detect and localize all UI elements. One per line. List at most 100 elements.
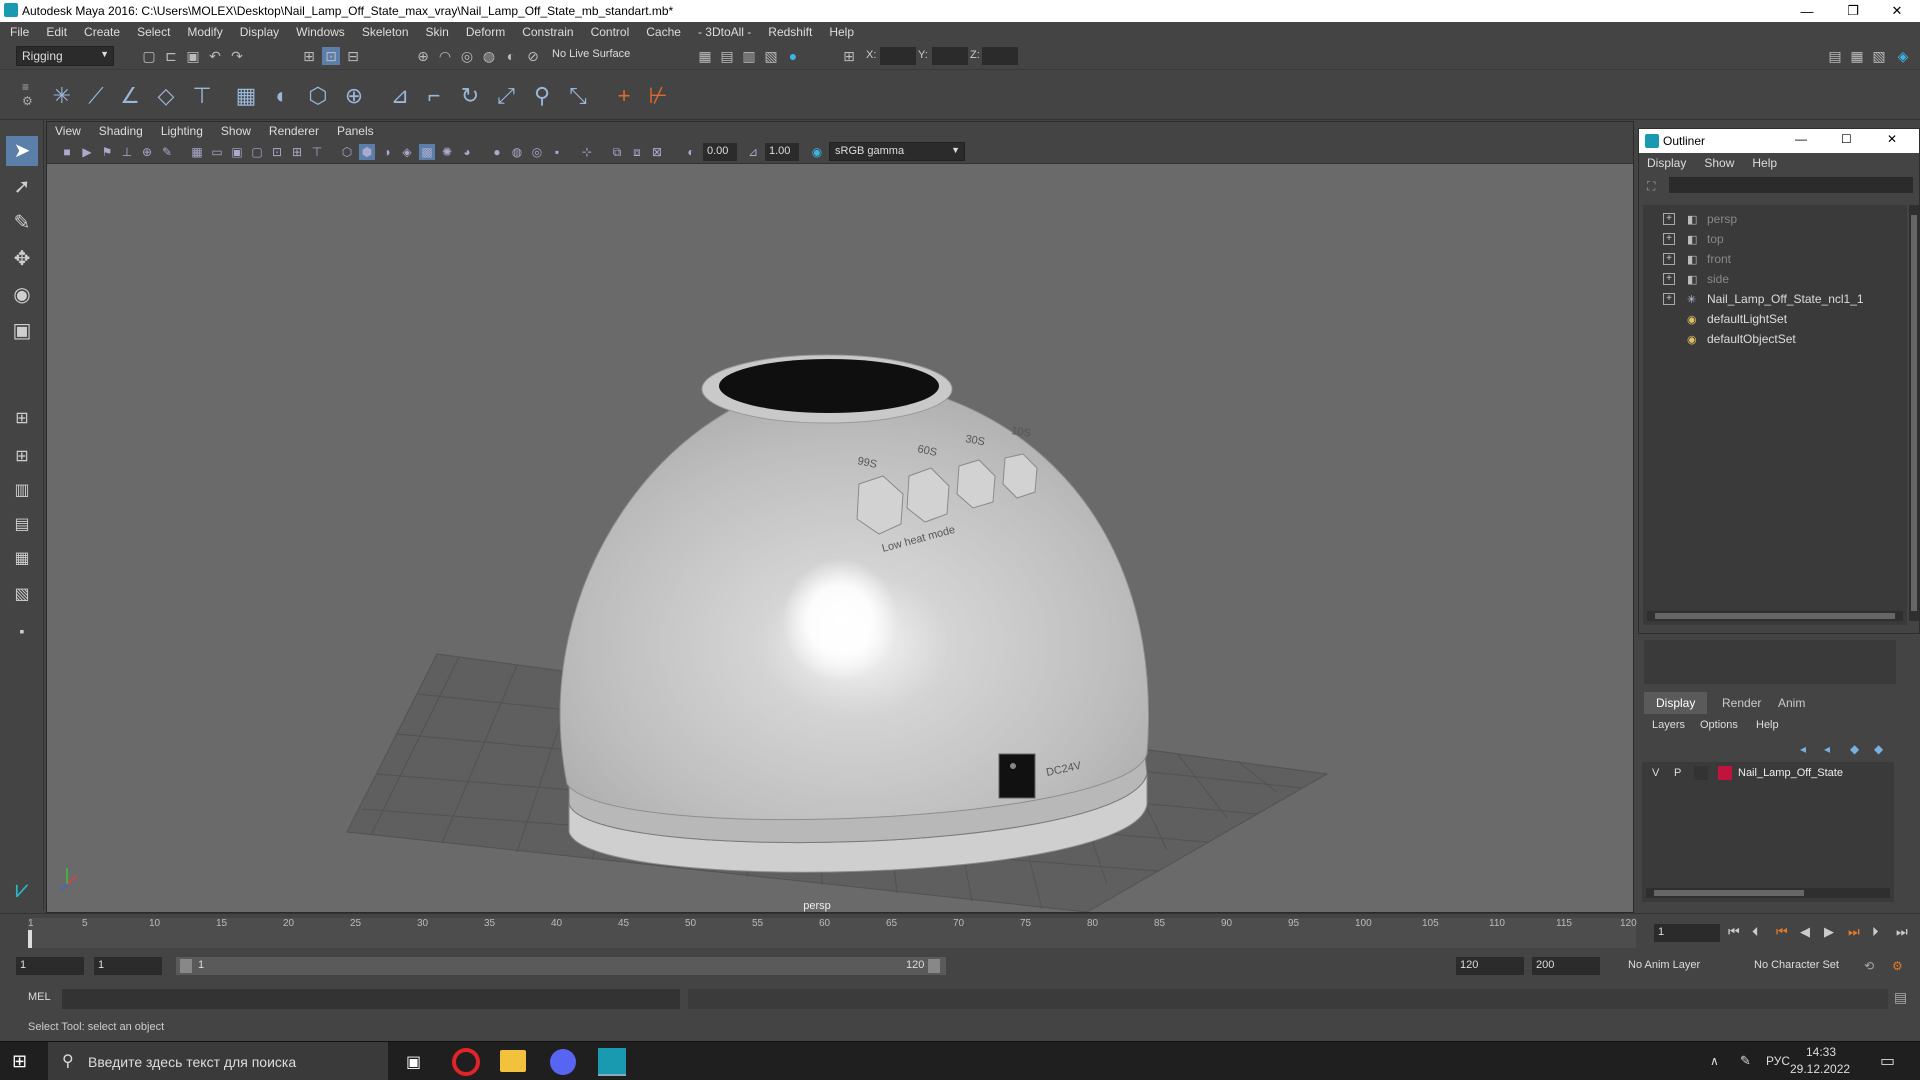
- exposure-field[interactable]: 0.00: [703, 143, 737, 161]
- perspective-viewport[interactable]: View Shading Lighting Show Renderer Pane…: [46, 121, 1634, 913]
- layer-row[interactable]: V P Nail_Lamp_Off_State: [1642, 764, 1894, 784]
- play-forward-icon[interactable]: ▶: [1824, 924, 1834, 940]
- snap-view-icon[interactable]: ◍: [480, 47, 498, 65]
- ol-menu-show[interactable]: Show: [1704, 156, 1734, 170]
- select-object-icon[interactable]: ⊡: [322, 47, 340, 65]
- outliner-item-top[interactable]: + ◧ top: [1643, 229, 1907, 249]
- ik-fk-switch-icon[interactable]: ⊬: [644, 82, 672, 110]
- textured-icon[interactable]: ▩: [419, 144, 435, 160]
- current-frame-field[interactable]: 1: [1654, 924, 1720, 942]
- open-scene-icon[interactable]: ⊏: [162, 47, 180, 65]
- locator-icon[interactable]: +: [610, 82, 638, 110]
- outliner-item-default-light-set[interactable]: ◉ defaultLightSet: [1643, 309, 1907, 329]
- paint-weights-icon[interactable]: ◐: [268, 82, 296, 110]
- z-field[interactable]: [982, 47, 1018, 65]
- shelf-menu-icon[interactable]: ≡ ⚙: [22, 80, 33, 108]
- menu-file[interactable]: File: [10, 25, 29, 39]
- taskbar-search[interactable]: ⚲ Введите здесь текст для поиска: [48, 1042, 388, 1080]
- end-time-field[interactable]: 200: [1532, 957, 1600, 975]
- pole-vector-icon[interactable]: ⤡: [564, 82, 592, 110]
- step-forward-icon[interactable]: ⏵: [1872, 924, 1879, 940]
- safe-action-icon[interactable]: ⊞: [289, 144, 305, 160]
- safe-title-icon[interactable]: ⊤: [309, 144, 325, 160]
- camera-select-icon[interactable]: ■: [59, 144, 75, 160]
- menu-deform[interactable]: Deform: [466, 25, 505, 39]
- scene-view[interactable]: 99S 60S 30S 10S Low heat mode DC24V pers…: [47, 164, 1633, 912]
- outliner-search-input[interactable]: [1669, 177, 1913, 193]
- ik-spline-icon[interactable]: ∠: [116, 82, 144, 110]
- menu-3dtoall[interactable]: - 3DtoAll -: [698, 25, 751, 39]
- range-start-handle[interactable]: [180, 959, 192, 973]
- vp-menu-panels[interactable]: Panels: [337, 124, 374, 138]
- auto-key-icon[interactable]: ⟲: [1864, 959, 1874, 973]
- vp-menu-renderer[interactable]: Renderer: [269, 124, 319, 138]
- opera-icon[interactable]: [452, 1048, 480, 1076]
- orient-constraint-icon[interactable]: ↻: [456, 82, 484, 110]
- default-material-icon[interactable]: ◑: [379, 144, 395, 160]
- ik-handle-icon[interactable]: ⟋: [82, 82, 110, 110]
- notification-icon[interactable]: ▭: [1880, 1051, 1895, 1071]
- anti-aliasing-icon[interactable]: ◎: [529, 144, 545, 160]
- outliner-item-side[interactable]: + ◧ side: [1643, 269, 1907, 289]
- range-end-handle[interactable]: [928, 959, 940, 973]
- step-back-icon[interactable]: ⏴: [1752, 924, 1759, 940]
- insert-joint-icon[interactable]: ◇: [152, 82, 180, 110]
- undo-icon[interactable]: ↶: [206, 47, 224, 65]
- move-tool-icon[interactable]: ✥: [6, 244, 38, 274]
- next-key-icon[interactable]: ⏭: [1848, 924, 1860, 940]
- y-field[interactable]: [932, 47, 968, 65]
- color-management-icon[interactable]: ◉: [809, 144, 825, 160]
- menu-skin[interactable]: Skin: [426, 25, 449, 39]
- new-scene-icon[interactable]: ▢: [140, 47, 158, 65]
- menu-cache[interactable]: Cache: [646, 25, 681, 39]
- layers-menu-layers[interactable]: Layers: [1652, 719, 1685, 731]
- playhead[interactable]: [28, 930, 32, 948]
- range-slider[interactable]: 1 120: [176, 957, 946, 975]
- grid-toggle-icon[interactable]: ▦: [189, 144, 205, 160]
- single-pane-layout-icon[interactable]: ⊞: [6, 404, 38, 434]
- bookmark-icon[interactable]: ⚑: [99, 144, 115, 160]
- windows-start-icon[interactable]: ⊞: [12, 1051, 27, 1072]
- anim-layer-dropdown[interactable]: No Anim Layer: [1624, 957, 1742, 975]
- shadows-icon[interactable]: ◕: [459, 144, 475, 160]
- cluster-icon[interactable]: ⊕: [340, 82, 368, 110]
- menu-select[interactable]: Select: [137, 25, 170, 39]
- smooth-shade-icon[interactable]: ⬢: [359, 144, 375, 160]
- grease-pencil-icon[interactable]: ✎: [159, 144, 175, 160]
- vp-menu-shading[interactable]: Shading: [99, 124, 143, 138]
- pen-icon[interactable]: ✎: [1740, 1053, 1751, 1069]
- layer-type-toggle[interactable]: [1694, 766, 1708, 780]
- anim-prefs-icon[interactable]: ⚙: [1892, 959, 1903, 973]
- gamma-field[interactable]: 1.00: [765, 143, 799, 161]
- outliner-h-scrollbar[interactable]: [1647, 611, 1903, 621]
- tab-render[interactable]: Render: [1710, 692, 1773, 714]
- mode-dropdown[interactable]: Rigging ▼: [16, 46, 114, 66]
- menu-constrain[interactable]: Constrain: [522, 25, 573, 39]
- use-all-lights-icon[interactable]: ✺: [439, 144, 455, 160]
- lattice-icon[interactable]: ⬡: [304, 82, 332, 110]
- script-editor-icon[interactable]: ▤: [1894, 989, 1907, 1006]
- menu-display[interactable]: Display: [240, 25, 279, 39]
- point-constraint-icon[interactable]: ⊿: [386, 82, 414, 110]
- filter-icon[interactable]: ⛶: [1647, 179, 1655, 194]
- joint-tool-icon[interactable]: ✳: [48, 82, 76, 110]
- persp-graph-layout-icon[interactable]: ▦: [6, 544, 38, 574]
- script-language-toggle[interactable]: MEL: [28, 991, 51, 1003]
- layers-menu-help[interactable]: Help: [1756, 719, 1779, 731]
- hypershade-layout-icon[interactable]: ▧: [6, 580, 38, 610]
- new-layer-selected-icon[interactable]: ◆: [1874, 742, 1883, 756]
- menu-skeleton[interactable]: Skeleton: [362, 25, 409, 39]
- close-button[interactable]: ✕: [1874, 0, 1920, 22]
- go-to-start-icon[interactable]: ⏮: [1728, 924, 1740, 940]
- save-scene-icon[interactable]: ▣: [184, 47, 202, 65]
- xray-icon[interactable]: ⧉: [609, 144, 625, 160]
- go-to-end-icon[interactable]: ⏭: [1896, 924, 1908, 940]
- live-surface-label[interactable]: No Live Surface: [552, 48, 630, 60]
- input-language[interactable]: РУС: [1766, 1054, 1790, 1068]
- snap-curve-icon[interactable]: ◠: [436, 47, 454, 65]
- expand-icon[interactable]: +: [1663, 233, 1675, 245]
- prev-key-icon[interactable]: ⏮: [1776, 924, 1788, 940]
- gamma-icon[interactable]: ⊿: [745, 144, 761, 160]
- layers-h-scrollbar[interactable]: [1646, 888, 1890, 898]
- modeling-toolkit-icon[interactable]: ▤: [1826, 47, 1844, 65]
